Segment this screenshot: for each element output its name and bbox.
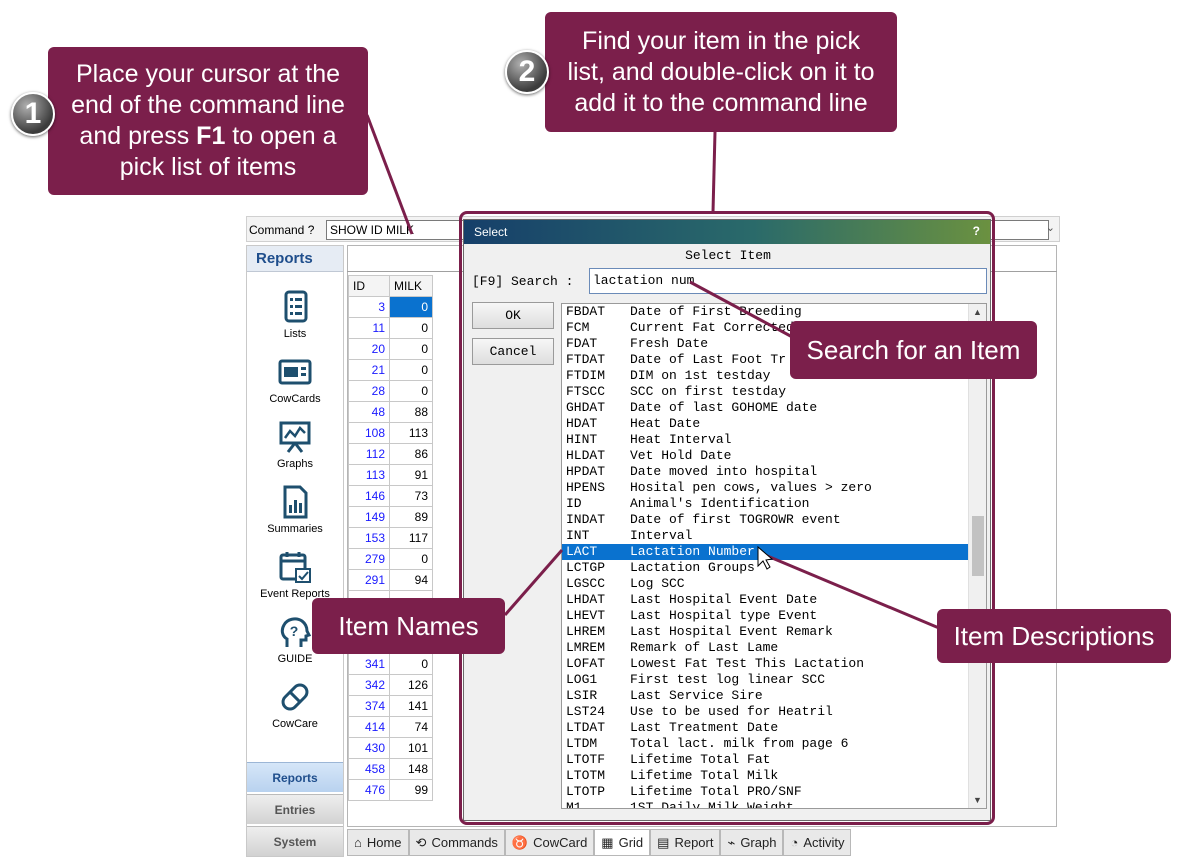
callout-text: and press F1 to open a (79, 122, 337, 150)
callout-search: Search for an Item (790, 321, 1037, 379)
mouse-cursor-icon (757, 545, 774, 570)
step-number-2: 2 (505, 50, 549, 94)
callout-item-descriptions: Item Descriptions (937, 609, 1171, 663)
key-label: F1 (196, 122, 226, 150)
callout-step-1: Place your cursor at the end of the comm… (48, 47, 368, 195)
callout-text: end of the command line (71, 91, 345, 119)
callout-step-2: Find your item in the pick list, and dou… (545, 12, 897, 132)
callout-text: pick list of items (119, 153, 297, 181)
callout-text: add it to the command line (574, 88, 868, 117)
callout-text: list, and double-click on it to (567, 57, 875, 86)
callout-item-names: Item Names (312, 598, 505, 654)
callout-text: Place your cursor at the (75, 60, 340, 88)
callout-text: Find your item in the pick (582, 26, 860, 55)
step-number-1: 1 (11, 92, 55, 136)
